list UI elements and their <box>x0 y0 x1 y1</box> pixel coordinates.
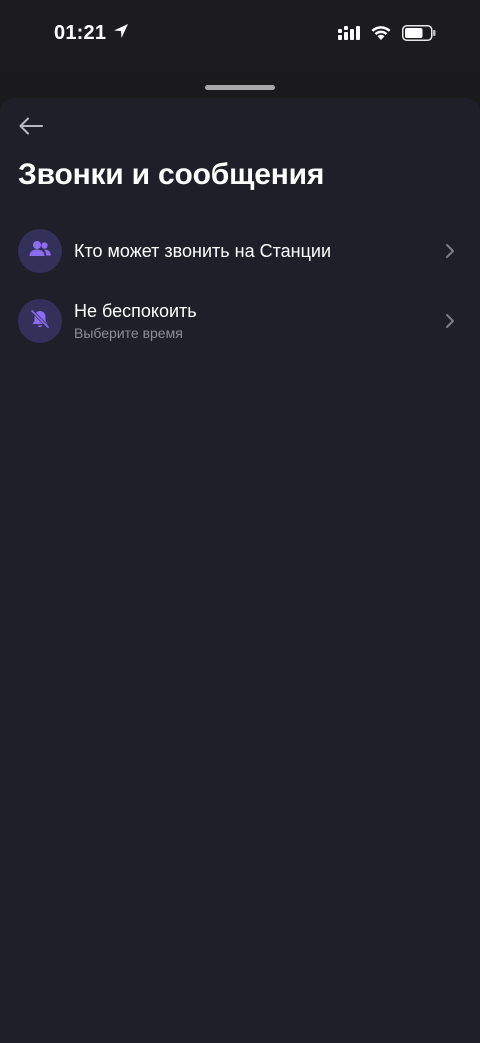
sheet-grabber[interactable] <box>205 85 275 90</box>
item-icon-circle <box>18 299 62 343</box>
item-text: Не беспокоить Выберите время <box>74 301 197 341</box>
list-item-do-not-disturb[interactable]: Не беспокоить Выберите время <box>0 290 480 352</box>
item-label: Не беспокоить <box>74 301 197 321</box>
item-label: Кто может звонить на Станции <box>74 240 332 261</box>
item-text: Кто может звонить на Станции <box>74 241 331 262</box>
people-icon <box>28 239 52 264</box>
status-bar: 01:21 <box>0 0 480 72</box>
item-sublabel: Выберите время <box>74 325 183 341</box>
cellular-signal-icon <box>338 25 360 46</box>
wifi-icon <box>370 25 392 46</box>
status-time: 01:21 <box>54 22 107 44</box>
back-button[interactable] <box>14 114 48 142</box>
item-icon-circle <box>18 229 62 273</box>
status-indicators <box>338 25 436 46</box>
arrow-left-icon <box>17 116 45 141</box>
battery-icon <box>402 25 436 46</box>
list-item-who-can-call[interactable]: Кто может звонить на Станции <box>0 220 480 282</box>
page-title: Звонки и сообщения <box>18 158 325 191</box>
location-arrow-icon <box>112 22 130 45</box>
bell-off-icon <box>29 308 51 335</box>
chevron-right-icon <box>444 242 456 260</box>
chevron-right-icon <box>444 312 456 330</box>
status-time-group: 01:21 <box>54 22 130 45</box>
